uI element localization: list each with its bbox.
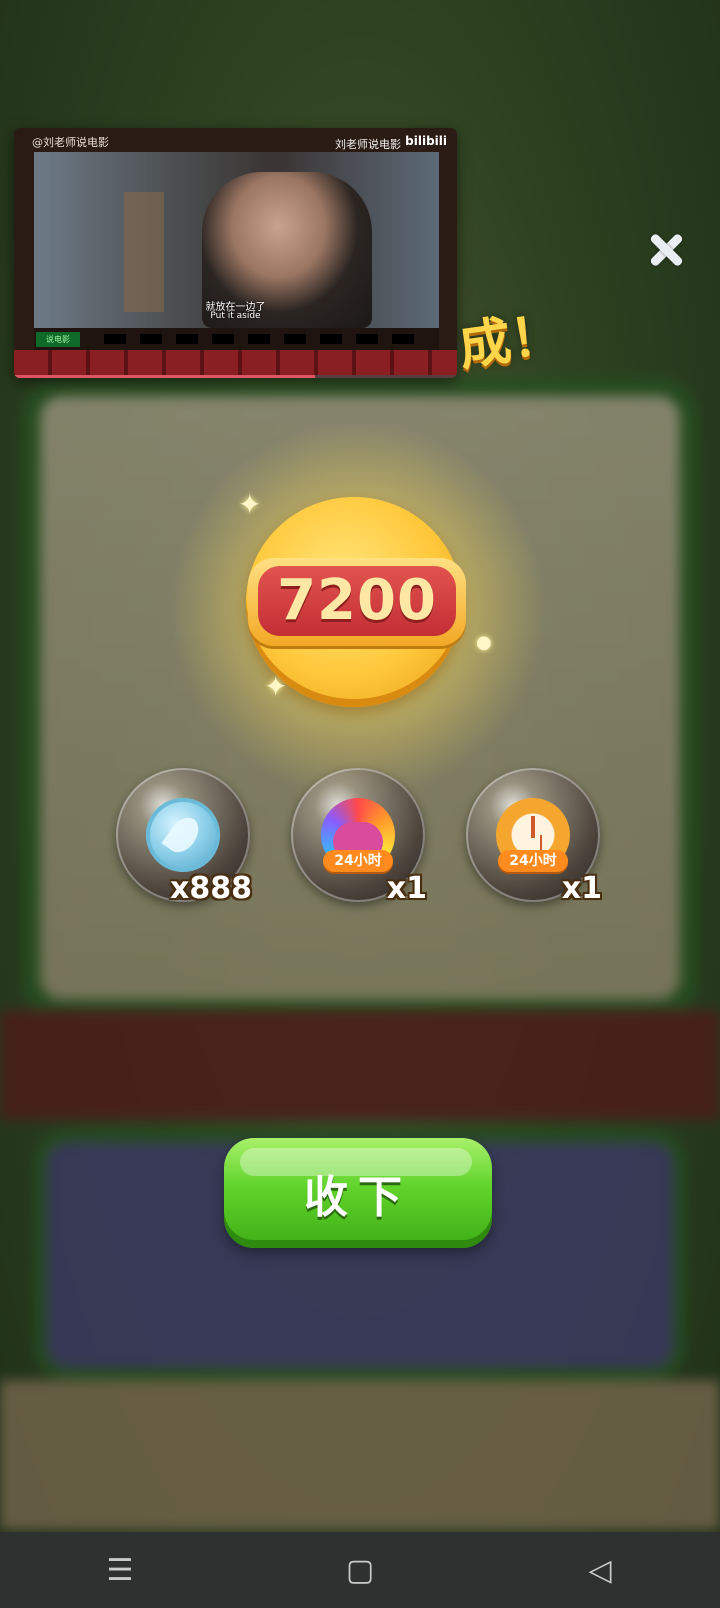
reward-quantity: x1 (386, 871, 427, 906)
video-progress-bar[interactable] (14, 375, 457, 378)
video-progress-fill (14, 375, 316, 378)
duration-tag: 24小时 (498, 850, 568, 872)
reward-item-owl: 24小时 x1 (291, 768, 427, 906)
back-icon[interactable]: ◁ (570, 1553, 630, 1588)
sparkle-icon: ✦ (238, 488, 262, 521)
reward-title-tail: 成！ (455, 304, 567, 378)
video-channel-badge: 说电影 (36, 332, 80, 347)
floating-video-player[interactable]: @刘老师说电影 刘老师说电影 bilibili 就放在一边了 Put it as… (14, 128, 457, 378)
collect-button[interactable]: 收下 (224, 1138, 492, 1248)
video-subtitle-en: Put it aside (210, 311, 261, 321)
video-watermark-left: @刘老师说电影 (32, 136, 109, 149)
system-nav-bar: ☰ ▢ ◁ (0, 1532, 720, 1608)
sparkle-icon: ✦ (264, 670, 288, 703)
leaf-token-icon (146, 798, 220, 872)
duration-tag: 24小时 (323, 850, 393, 872)
coin-value: 7200 (258, 566, 456, 636)
reward-quantity: x1 (561, 871, 602, 906)
sparkle-icon: ● (476, 632, 492, 653)
close-icon[interactable] (646, 230, 686, 270)
home-icon[interactable]: ▢ (330, 1553, 390, 1588)
video-watermark-right: 刘老师说电影 (335, 138, 401, 151)
video-seats-decoration (14, 350, 457, 378)
reward-quantity: x888 (170, 871, 252, 906)
menu-icon[interactable]: ☰ (90, 1553, 150, 1588)
reward-item-leaf: x888 (116, 768, 252, 906)
video-filmstrip (34, 328, 439, 350)
bilibili-logo: bilibili (405, 134, 447, 148)
reward-item-clock: 24小时 x1 (466, 768, 602, 906)
